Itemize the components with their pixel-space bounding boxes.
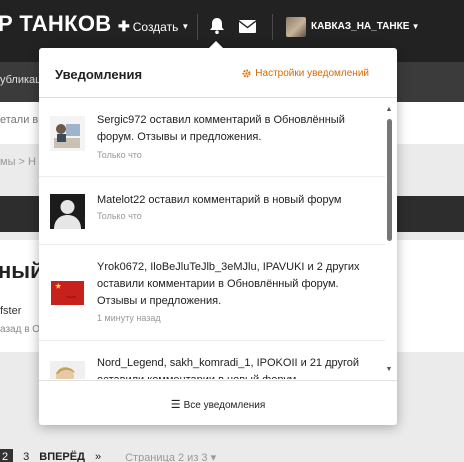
caret-down-icon: ▼ [409, 22, 420, 31]
bell-icon[interactable] [209, 17, 225, 40]
notifications-title: Уведомления [55, 67, 143, 82]
next-page-button[interactable]: ВПЕРЁД [39, 451, 85, 462]
notifications-footer: ☰ Все уведомления [39, 380, 397, 425]
notification-time: Только что [97, 150, 142, 160]
scroll-up-arrow[interactable]: ▲ [385, 106, 393, 114]
dropdown-arrow [209, 41, 223, 48]
user-avatar[interactable] [286, 17, 306, 37]
page-indicator[interactable]: Страница 2 из 3 ▾ [125, 451, 216, 462]
divider [197, 14, 198, 40]
notification-text: Matelot22 оставил комментарий в новый фо… [97, 194, 342, 206]
notification-time: Только что [97, 211, 142, 221]
list-icon: ☰ [170, 399, 181, 411]
notifications-dropdown: Уведомления Настройки уведомлений Sergic… [39, 41, 397, 425]
notification-item[interactable]: Sergic972 оставил комментарий в Обновлён… [39, 99, 385, 177]
mail-icon[interactable] [238, 20, 257, 38]
all-notifications-link[interactable]: ☰ Все уведомления [39, 398, 397, 411]
site-logo[interactable]: Р ТАНКОВ [0, 11, 111, 37]
notification-settings-link[interactable]: Настройки уведомлений [242, 68, 369, 79]
topic-author[interactable]: fster [0, 305, 21, 317]
last-page-button[interactable]: » [95, 451, 101, 462]
gear-icon [242, 69, 251, 78]
notifications-header: Уведомления Настройки уведомлений [39, 48, 397, 98]
notification-avatar [50, 276, 85, 311]
username-label: КАВКАЗ_НА_ТАНКЕ [311, 21, 410, 32]
divider [272, 14, 273, 40]
notification-item[interactable]: Nord_Legend, sakh_komradi_1, IPOKOII и 2… [39, 341, 385, 379]
page-current[interactable]: 2 [0, 449, 14, 462]
notification-text: Yrok0672, IloBeJluTeJlb_3eMJlu, IPAVUKI … [97, 261, 360, 307]
scrollbar-thumb[interactable] [387, 119, 392, 241]
scroll-down-arrow[interactable]: ▼ [385, 366, 393, 374]
breadcrumb[interactable]: мы > Н [0, 156, 36, 168]
notification-time: 1 минуту назад [97, 313, 161, 323]
create-button[interactable]: ✚ Создать ▼ [118, 18, 189, 35]
plus-icon: ✚ [118, 18, 130, 34]
notification-item[interactable]: Yrok0672, IloBeJluTeJlb_3eMJlu, IPAVUKI … [39, 245, 385, 341]
notification-avatar [50, 361, 85, 379]
page-link[interactable]: 3 [23, 451, 29, 462]
notification-avatar [50, 194, 85, 229]
all-notifications-label: Все уведомления [183, 400, 266, 411]
notification-item[interactable]: Matelot22 оставил комментарий в новый фо… [39, 177, 385, 245]
caret-down-icon: ▼ [181, 22, 190, 31]
background-text: етали в [0, 114, 39, 126]
notification-text: Nord_Legend, sakh_komradi_1, IPOKOII и 2… [97, 357, 360, 379]
create-label: Создать [132, 19, 179, 34]
notification-text: Sergic972 оставил комментарий в Обновлён… [97, 114, 345, 143]
notification-avatar [50, 116, 85, 151]
settings-label: Настройки уведомлений [255, 68, 369, 79]
notifications-list[interactable]: Sergic972 оставил комментарий в Обновлён… [39, 99, 385, 379]
pagination: 2 3 ВПЕРЁД » Страница 2 из 3 ▾ [0, 449, 216, 462]
user-menu[interactable]: КАВКАЗ_НА_ТАНКЕ ▼ [311, 21, 420, 32]
